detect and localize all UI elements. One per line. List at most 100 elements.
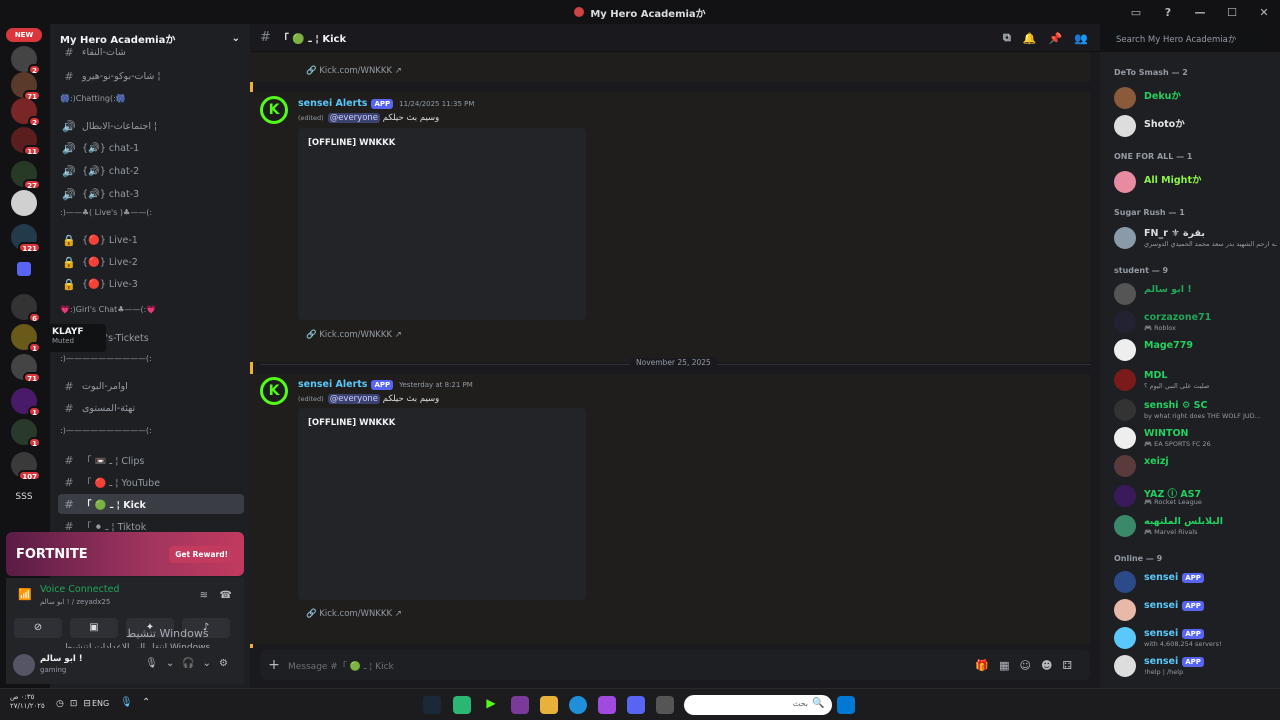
channel-item[interactable]: 🔒 {🔴} Live-2 (58, 252, 244, 272)
server-icon[interactable]: 11 (11, 127, 41, 156)
member-item[interactable]: sensei APP !help | /help (1114, 652, 1276, 678)
member-item[interactable]: senshi ⚙ SC by what right does THE WOLF J… (1114, 396, 1276, 422)
mic-icon[interactable]: 🎙 (120, 697, 133, 708)
composer-icons[interactable]: 🎁▦☺☻⚃ (975, 659, 1082, 672)
member-item[interactable]: Dekuか (1114, 84, 1276, 110)
server-icon[interactable]: 107 (11, 452, 41, 481)
taskbar-search[interactable]: بحث (684, 695, 832, 715)
channel-item[interactable]: # 「 🟢 ـ ¦ Kick (58, 494, 244, 514)
app-icon[interactable] (511, 696, 529, 714)
camera-button[interactable]: ⊘ (14, 618, 62, 638)
member-item[interactable]: YAZ ⓘ AS7 🎮 Rocket League (1114, 482, 1276, 508)
server-icon[interactable]: 71 (11, 72, 41, 101)
embed-link[interactable]: 🔗 Kick.com/WNKKK ↗ (306, 609, 402, 619)
member-item[interactable]: sensei APP (1114, 568, 1276, 594)
help-icon[interactable]: ? (1152, 6, 1184, 19)
member-item[interactable]: corzazone71 🎮 Roblox (1114, 308, 1276, 334)
member-item[interactable]: sensei APP with 4,608,254 servers! (1114, 624, 1276, 650)
channel-category[interactable]: :)——————————(: (60, 426, 152, 435)
message-author[interactable]: sensei Alerts APP 11/24/2025 11:35 PM (298, 98, 474, 109)
server-icon-sss[interactable]: SSS (11, 484, 37, 510)
avatar[interactable] (13, 654, 35, 676)
server-icon[interactable]: 2 (11, 46, 41, 75)
discord-icon[interactable] (627, 696, 645, 714)
disconnect-icon[interactable]: ☎ (220, 590, 232, 601)
search-input[interactable]: Search My Hero Academiaか (1110, 29, 1270, 47)
embed-link[interactable]: 🔗 Kick.com/WNKKK ↗ (306, 330, 402, 340)
voice-server[interactable]: ابو سالم ! / zeyadx25 (40, 598, 110, 606)
promo-title: FORTNITE (16, 546, 88, 562)
inbox-icon[interactable]: ▭ (1120, 6, 1152, 19)
noise-suppression-icon[interactable]: ≋ (200, 590, 208, 601)
channel-category[interactable]: :)——♣( Live's )♣——(: (60, 208, 152, 217)
member-item[interactable]: MDL صليت على النبي اليوم ؟ (1114, 366, 1276, 392)
close-button[interactable]: ✕ (1248, 6, 1280, 19)
user-controls[interactable]: 🎙⌄🎧⌄⚙ (145, 658, 236, 669)
pin-icon[interactable]: 📌 (1049, 32, 1063, 45)
play-icon[interactable]: ▶ (482, 696, 500, 714)
kick-avatar[interactable]: K (260, 377, 288, 405)
chevron-up-icon[interactable]: ⌃ (142, 697, 150, 708)
server-icon[interactable]: 2 (11, 98, 41, 127)
kick-avatar[interactable]: K (260, 96, 288, 124)
screenshare-button[interactable]: ▣ (70, 618, 118, 638)
message-composer[interactable]: + Message #「 🟢 ـ ¦ Kick 🎁▦☺☻⚃ (260, 650, 1090, 680)
maximize-button[interactable]: ☐ (1216, 6, 1248, 19)
clock[interactable]: ٠:٣٥ ص ٢٧/١١/٢٠٢٥ (10, 693, 45, 711)
channel-item[interactable]: # شات-النقاء (58, 42, 244, 62)
channel-item[interactable]: 🔊 {🔊} chat-1 (58, 138, 244, 158)
server-icon[interactable]: 27 (11, 161, 41, 190)
copilot-icon[interactable] (598, 696, 616, 714)
channel-item[interactable]: 🔒 {🔴} Live-1 (58, 230, 244, 250)
get-reward-button[interactable]: Get Reward! (169, 545, 234, 563)
message-author[interactable]: sensei Alerts APP Yesterday at 8:21 PM (298, 379, 473, 390)
member-item[interactable]: xeizj (1114, 452, 1276, 478)
task-view-icon[interactable] (656, 696, 674, 714)
member-item[interactable]: البلابلس الملتهبه 🎮 Marvel Rivals (1114, 512, 1276, 538)
channel-item[interactable]: # 「 📼 ـ ¦ Clips (58, 450, 244, 470)
folder-icon[interactable] (17, 262, 31, 276)
server-icon[interactable]: 121 (11, 224, 41, 253)
member-item[interactable]: ابو سالم ! (1114, 280, 1276, 306)
start-icon[interactable] (837, 696, 855, 714)
channel-item[interactable]: 🔒 {🔴} Live-3 (58, 274, 244, 294)
member-list-icon[interactable]: 👥 (1074, 32, 1088, 45)
channel-category[interactable]: :)——————————(: (60, 354, 152, 363)
channel-item[interactable]: 🔊 اجتماعات-الابطال ¦ (58, 116, 244, 136)
tray-icons[interactable]: ◷⊡⊟ (56, 699, 97, 709)
add-attachment-icon[interactable]: + (260, 657, 288, 673)
channel-category[interactable]: 🎆:)Chatting(:🎆 (60, 94, 126, 103)
channel-item[interactable]: 🔊 {🔊} chat-2 (58, 161, 244, 181)
minimize-button[interactable]: — (1184, 6, 1216, 19)
server-icon[interactable]: 6 (11, 294, 41, 323)
server-icon[interactable]: 71 (11, 354, 41, 383)
channel-item[interactable]: # اوامر-البوت (58, 376, 244, 396)
language-indicator[interactable]: ENG (92, 699, 109, 708)
channel-item[interactable]: 🔊 {🔊} chat-3 (58, 184, 244, 204)
channel-item[interactable]: # 「 🔴 ـ ¦ YouTube (58, 472, 244, 492)
member-item[interactable]: sensei APP (1114, 596, 1276, 622)
app-tag: APP (1182, 629, 1204, 639)
member-item[interactable]: Mage779 (1114, 336, 1276, 362)
steam-icon[interactable] (423, 696, 441, 714)
server-icon[interactable] (11, 190, 37, 216)
stream-embed: [OFFLINE] WNKKK (298, 128, 586, 320)
file-explorer-icon[interactable] (540, 696, 558, 714)
channel-item[interactable]: # تهئة-المستوى (58, 398, 244, 418)
member-item[interactable]: FN_r ⚜ بقرة ـه ارحم الشهيد بدر سعد محمد ا… (1114, 224, 1277, 250)
channel-item[interactable]: # شات-بوكو-نو-هيرو ¦ (58, 66, 244, 86)
embed-link[interactable]: 🔗 Kick.com/WNKKK ↗ (306, 66, 402, 76)
server-icon[interactable]: 1 (11, 388, 41, 417)
threads-icon[interactable]: ⧉ (1003, 31, 1011, 45)
member-item[interactable]: All Mightか (1114, 168, 1276, 194)
app-icon[interactable] (453, 696, 471, 714)
edge-icon[interactable] (569, 696, 587, 714)
server-icon[interactable]: 1 (11, 419, 41, 448)
bell-icon[interactable]: 🔔 (1023, 32, 1037, 45)
channel-category[interactable]: 💗:)Girl's Chat♣——(:💗 (60, 305, 156, 314)
member-item[interactable]: WINTON 🎮 EA SPORTS FC 26 (1114, 424, 1276, 450)
channel-label: {🔴} Live-2 (82, 256, 138, 268)
member-item[interactable]: Shotoか (1114, 112, 1276, 138)
server-icon[interactable]: 1 (11, 324, 41, 353)
promo-banner[interactable]: FORTNITE Get Reward! (6, 532, 244, 576)
